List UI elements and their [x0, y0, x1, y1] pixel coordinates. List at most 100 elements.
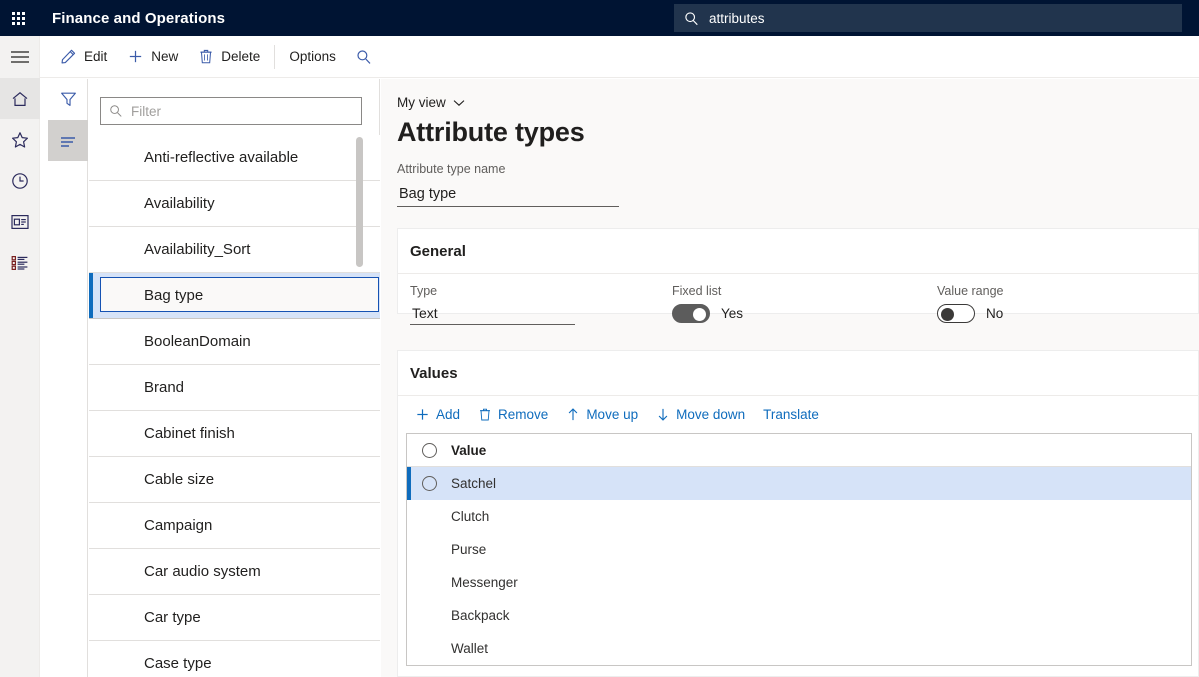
row-select-cell — [407, 476, 451, 491]
cell-value: Satchel — [451, 476, 496, 491]
delete-label: Delete — [221, 49, 260, 64]
global-search-value: attributes — [709, 11, 765, 26]
cell-value: Clutch — [451, 509, 489, 524]
cell-value: Messenger — [451, 575, 518, 590]
table-row[interactable]: Backpack — [407, 599, 1191, 632]
workspace-icon[interactable] — [0, 201, 40, 242]
fixed-list-state: Yes — [721, 306, 743, 321]
waffle-icon[interactable] — [0, 0, 36, 36]
command-search-button[interactable] — [346, 36, 389, 78]
list-item[interactable]: Cabinet finish — [89, 411, 380, 457]
search-icon — [356, 49, 372, 65]
funnel-icon[interactable] — [48, 79, 88, 120]
remove-label: Remove — [498, 407, 548, 422]
hamburger-icon[interactable] — [0, 36, 40, 78]
list-item-label: Campaign — [144, 517, 212, 534]
selection-accent-bar — [89, 273, 93, 318]
move-up-label: Move up — [586, 407, 638, 422]
fixed-list-label: Fixed list — [672, 284, 937, 298]
view-switcher[interactable]: My view — [397, 95, 465, 110]
table-row[interactable]: Wallet — [407, 632, 1191, 665]
cell-value: Wallet — [451, 641, 488, 656]
translate-button[interactable]: Translate — [754, 400, 828, 430]
cell-value: Purse — [451, 542, 486, 557]
fixed-list-toggle[interactable] — [672, 304, 710, 323]
move-down-button[interactable]: Move down — [647, 400, 754, 430]
search-icon — [684, 11, 699, 26]
value-range-label: Value range — [937, 284, 1177, 298]
command-separator — [274, 45, 275, 69]
list-item-label: Anti-reflective available — [144, 149, 298, 166]
list-item[interactable]: Availability — [89, 181, 380, 227]
edit-button[interactable]: Edit — [50, 36, 117, 78]
attribute-type-name-label: Attribute type name — [397, 162, 505, 176]
list-item[interactable]: BooleanDomain — [89, 319, 380, 365]
list-item[interactable]: Cable size — [89, 457, 380, 503]
main-content: My view Attribute types Attribute type n… — [381, 79, 1199, 677]
top-navigation-bar: Finance and Operations attributes — [0, 0, 1199, 36]
filter-field-wrapper: Filter — [100, 97, 362, 125]
new-label: New — [151, 49, 178, 64]
home-icon[interactable] — [0, 78, 40, 119]
radio-icon[interactable] — [422, 476, 437, 491]
plus-icon — [415, 407, 430, 422]
values-toolbar: Add Remove Move up — [398, 396, 1198, 433]
table-row[interactable]: Purse — [407, 533, 1191, 566]
value-range-toggle[interactable] — [937, 304, 975, 323]
select-all-cell — [407, 443, 451, 458]
table-row[interactable]: Messenger — [407, 566, 1191, 599]
list-item[interactable]: Campaign — [89, 503, 380, 549]
fixed-list-field: Fixed list Yes — [672, 284, 937, 325]
list-pane-icon-column — [48, 79, 88, 677]
list-item[interactable]: Availability_Sort — [89, 227, 380, 273]
list-item[interactable]: Car audio system — [89, 549, 380, 595]
filter-placeholder: Filter — [131, 104, 161, 119]
app-root: Finance and Operations attributes — [0, 0, 1199, 677]
search-icon — [109, 104, 123, 118]
attribute-type-name-input[interactable] — [397, 181, 619, 207]
remove-button[interactable]: Remove — [469, 400, 557, 430]
command-bar: Edit New Delete Options — [40, 36, 1199, 78]
delete-button[interactable]: Delete — [188, 36, 270, 78]
options-button[interactable]: Options — [279, 36, 346, 78]
global-search-box[interactable]: attributes — [674, 4, 1182, 32]
type-input[interactable] — [410, 301, 575, 325]
add-button[interactable]: Add — [406, 400, 469, 430]
move-up-button[interactable]: Move up — [557, 400, 647, 430]
list-item-selected[interactable]: Bag type — [89, 273, 380, 319]
list-item-label: Cable size — [144, 471, 214, 488]
clock-icon[interactable] — [0, 160, 40, 201]
new-button[interactable]: New — [117, 36, 188, 78]
values-section: Values Add Remove — [397, 350, 1199, 677]
pencil-icon — [60, 48, 77, 65]
list-scrollbar-thumb[interactable] — [356, 137, 363, 267]
move-down-label: Move down — [676, 407, 745, 422]
list-item[interactable]: Anti-reflective available — [89, 135, 380, 181]
list-item-label: Cabinet finish — [144, 425, 235, 442]
radio-icon[interactable] — [422, 443, 437, 458]
search-input[interactable]: Filter — [100, 97, 362, 125]
row-selection-accent — [407, 467, 411, 500]
list-lines-icon[interactable] — [48, 120, 88, 161]
star-icon[interactable] — [0, 119, 40, 160]
add-label: Add — [436, 407, 460, 422]
list-item-label: Bag type — [144, 287, 203, 304]
list-item-label: Availability — [144, 195, 215, 212]
list-item-label: Car audio system — [144, 563, 261, 580]
table-row[interactable]: Clutch — [407, 500, 1191, 533]
table-row[interactable]: Satchel — [407, 467, 1191, 500]
view-switcher-label: My view — [397, 95, 446, 110]
modules-list-icon[interactable] — [0, 242, 40, 283]
form-title: Attribute types — [397, 117, 585, 148]
fixed-list-toggle-row: Yes — [672, 301, 937, 325]
chevron-down-icon — [453, 99, 465, 107]
list-item[interactable]: Car type — [89, 595, 380, 641]
value-range-toggle-row: No — [937, 301, 1177, 325]
plus-icon — [127, 48, 144, 65]
list-item-label: Availability_Sort — [144, 241, 250, 258]
list-item-label: Case type — [144, 655, 212, 672]
list-item[interactable]: Case type — [89, 641, 380, 677]
column-header-value: Value — [451, 443, 486, 458]
list-item[interactable]: Brand — [89, 365, 380, 411]
list-item-label: Brand — [144, 379, 184, 396]
